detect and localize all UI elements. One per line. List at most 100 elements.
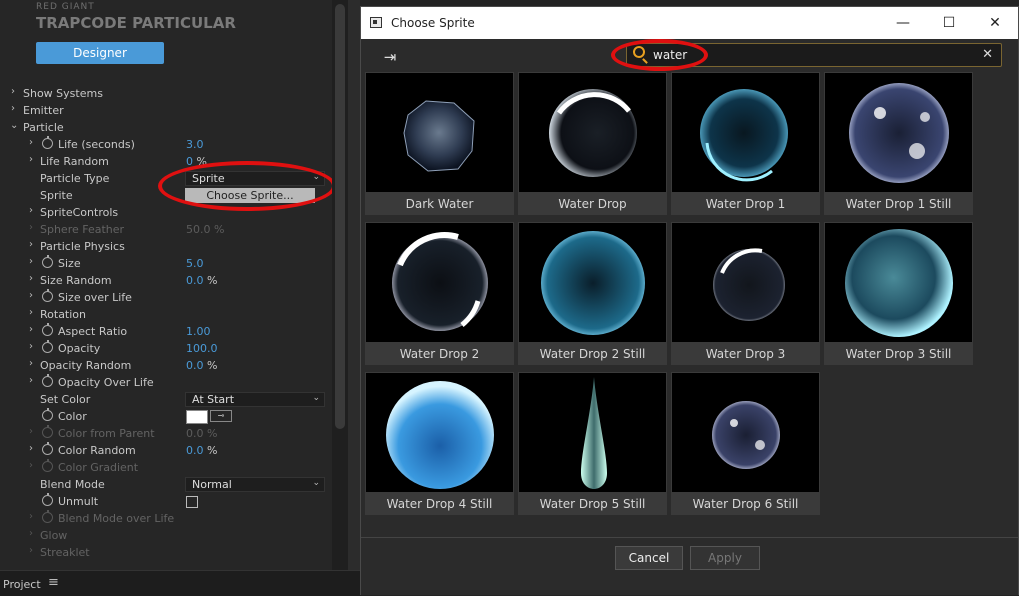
chevron-right-icon[interactable]: › [29, 154, 33, 165]
sprite-tile-water-drop-2[interactable]: Water Drop 2 [365, 222, 514, 365]
chevron-right-icon[interactable]: › [29, 341, 33, 352]
chevron-right-icon[interactable]: › [29, 307, 33, 318]
stopwatch-icon[interactable] [42, 442, 53, 455]
sprite-thumbnail [519, 73, 666, 192]
stopwatch-icon[interactable] [42, 136, 53, 149]
brand-subtitle: RED GIANT [36, 2, 95, 12]
stopwatch-icon[interactable] [42, 374, 53, 387]
maximize-icon[interactable]: ☐ [926, 7, 972, 39]
choose-sprite-button[interactable]: Choose Sprite... [185, 188, 315, 203]
row-unmult: Unmult [0, 493, 332, 510]
project-tab-label[interactable]: Project [3, 578, 41, 591]
chevron-right-icon[interactable]: › [29, 443, 33, 454]
sprite-tile-water-drop-6-still[interactable]: Water Drop 6 Still [671, 372, 820, 515]
opacity-value[interactable]: 100.0 [186, 342, 218, 355]
row-label: Sphere Feather [40, 223, 125, 236]
opacity-random-value[interactable]: 0.0 % [186, 359, 217, 372]
row-rotation[interactable]: › Rotation [0, 306, 332, 323]
row-label: Rotation [40, 308, 87, 321]
row-emitter[interactable]: › Emitter [0, 102, 332, 119]
import-icon[interactable]: ⇥ [379, 48, 401, 66]
stopwatch-icon [42, 425, 53, 438]
search-field[interactable]: ✕ [626, 43, 1002, 67]
stopwatch-icon[interactable] [42, 340, 53, 353]
size-value[interactable]: 5.0 [186, 257, 204, 270]
stopwatch-icon[interactable] [42, 255, 53, 268]
sprite-tile-water-drop-2-still[interactable]: Water Drop 2 Still [518, 222, 667, 365]
stopwatch-icon[interactable] [42, 493, 53, 506]
designer-button[interactable]: Designer [36, 42, 164, 64]
row-color: Color ⊸ [0, 408, 332, 425]
row-opacity: › Opacity 100.0 [0, 340, 332, 357]
panel-scrollbar[interactable] [332, 0, 348, 570]
life-value[interactable]: 3.0 [186, 138, 204, 151]
aspect-ratio-value[interactable]: 1.00 [186, 325, 211, 338]
sprite-tile-water-drop-5-still[interactable]: Water Drop 5 Still [518, 372, 667, 515]
row-particle[interactable]: ⌄ Particle [0, 119, 332, 136]
sprite-tile-water-drop-1[interactable]: Water Drop 1 [671, 72, 820, 215]
life-random-value[interactable]: 0 % [186, 155, 207, 168]
chevron-right-icon[interactable]: › [11, 103, 15, 114]
chevron-right-icon[interactable]: › [11, 86, 15, 97]
scrollbar-thumb[interactable] [335, 4, 345, 429]
chevron-right-icon[interactable]: › [29, 273, 33, 284]
sprite-tile-water-drop-3[interactable]: Water Drop 3 [671, 222, 820, 365]
chevron-right-icon[interactable]: › [29, 358, 33, 369]
row-label: Streaklet [40, 546, 90, 559]
sprite-tile-water-drop-4-still[interactable]: Water Drop 4 Still [365, 372, 514, 515]
row-sprite: Sprite Choose Sprite... [0, 187, 332, 204]
stopwatch-icon[interactable] [42, 289, 53, 302]
row-life-random: › Life Random 0 % [0, 153, 332, 170]
sprite-thumbnail [672, 223, 819, 342]
apply-button: Apply [690, 546, 760, 570]
sphere-feather-value: 50.0 % [186, 223, 225, 236]
sprite-label: Water Drop 1 [705, 197, 786, 211]
row-opacity-over-life[interactable]: › Opacity Over Life [0, 374, 332, 391]
search-input[interactable] [653, 46, 973, 64]
row-label: Size [58, 257, 81, 270]
row-opacity-random: › Opacity Random 0.0 % [0, 357, 332, 374]
chevron-right-icon[interactable]: › [29, 290, 33, 301]
chevron-right-icon[interactable]: › [29, 324, 33, 335]
color-random-value[interactable]: 0.0 % [186, 444, 217, 457]
eyedropper-icon[interactable]: ⊸ [210, 410, 232, 422]
row-sprite-controls[interactable]: › SpriteControls [0, 204, 332, 221]
close-icon[interactable]: ✕ [972, 7, 1018, 39]
sprite-label: Water Drop 5 Still [539, 497, 646, 511]
hamburger-menu-icon[interactable]: ≡ [48, 575, 59, 590]
chevron-right-icon[interactable]: › [29, 239, 33, 250]
unmult-checkbox[interactable] [186, 496, 198, 508]
row-label: Size over Life [58, 291, 132, 304]
size-random-value[interactable]: 0.0 % [186, 274, 217, 287]
sprite-label: Water Drop [558, 197, 627, 211]
row-label: Particle Physics [40, 240, 125, 253]
stopwatch-icon[interactable] [42, 408, 53, 421]
chevron-right-icon[interactable]: › [29, 375, 33, 386]
chevron-right-icon[interactable]: › [29, 137, 33, 148]
stopwatch-icon[interactable] [42, 323, 53, 336]
row-show-systems[interactable]: › Show Systems [0, 85, 332, 102]
sprite-tile-water-drop[interactable]: Water Drop [518, 72, 667, 215]
row-color-from-parent: › Color from Parent 0.0 % [0, 425, 332, 442]
row-particle-physics[interactable]: › Particle Physics [0, 238, 332, 255]
color-swatch[interactable] [186, 410, 208, 424]
row-size-over-life[interactable]: › Size over Life [0, 289, 332, 306]
chevron-right-icon[interactable]: › [29, 256, 33, 267]
chevron-down-icon[interactable]: ⌄ [10, 120, 18, 131]
stopwatch-icon [42, 459, 53, 472]
particle-type-dropdown[interactable]: Sprite ⌄ [185, 171, 325, 186]
sprite-grid: Dark Water Water Drop Water Drop 1 Water… [365, 72, 985, 527]
search-icon [633, 46, 645, 58]
sprite-tile-water-drop-1-still[interactable]: Water Drop 1 Still [824, 72, 973, 215]
cancel-button[interactable]: Cancel [615, 546, 683, 570]
chevron-right-icon: › [29, 460, 33, 471]
set-color-dropdown[interactable]: At Start ⌄ [185, 392, 325, 407]
minimize-icon[interactable]: — [880, 7, 926, 39]
sprite-tile-water-drop-3-still[interactable]: Water Drop 3 Still [824, 222, 973, 365]
row-label: Unmult [58, 495, 99, 508]
sprite-tile-dark-water[interactable]: Dark Water [365, 72, 514, 215]
clear-search-icon[interactable]: ✕ [982, 47, 993, 62]
choose-sprite-dialog: Choose Sprite — ☐ ✕ ⇥ ✕ Dark Water Water… [360, 6, 1019, 595]
blend-mode-dropdown[interactable]: Normal ⌄ [185, 477, 325, 492]
chevron-right-icon[interactable]: › [29, 205, 33, 216]
